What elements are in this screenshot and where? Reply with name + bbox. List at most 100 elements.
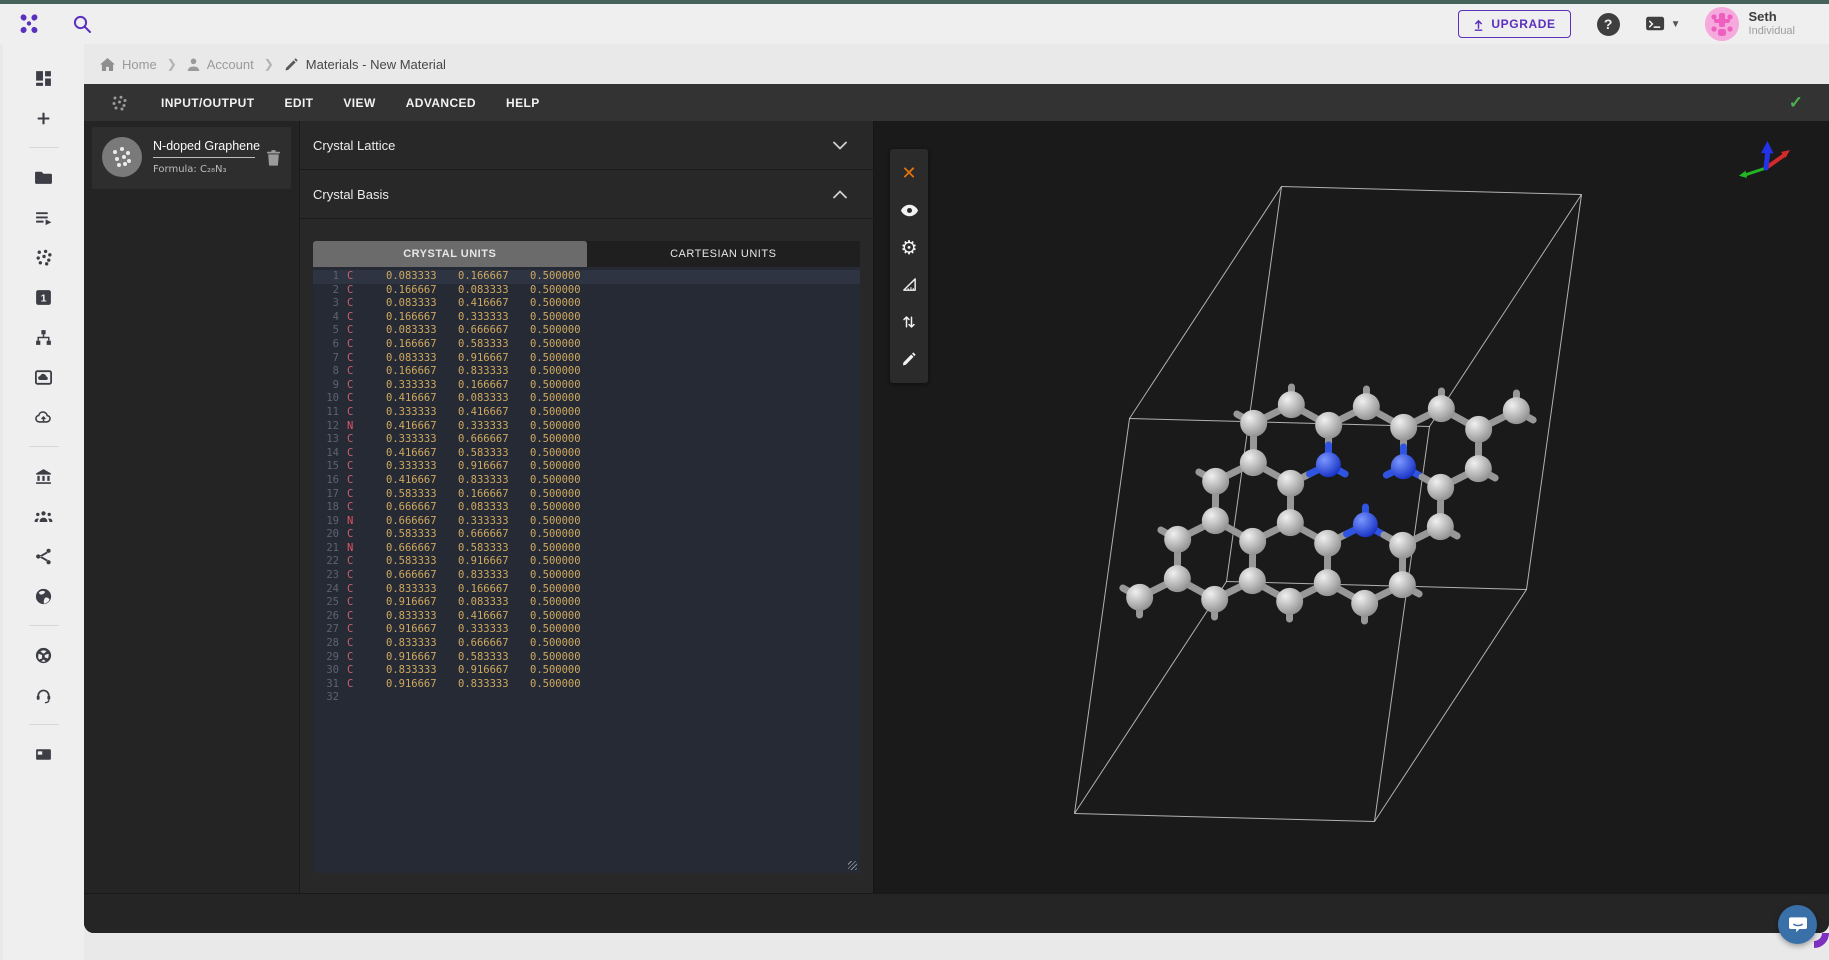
carbon-atom [1164, 526, 1191, 553]
upgrade-button[interactable]: UPGRADE [1458, 10, 1570, 38]
basis-line: 28C0.8333330.6666670.500000 [313, 637, 860, 651]
hierarchy-icon[interactable] [34, 327, 54, 347]
chevron-down-icon [833, 141, 847, 150]
svg-text:1: 1 [41, 292, 47, 304]
carbon-atom [1278, 391, 1305, 418]
add-icon[interactable] [34, 108, 54, 128]
basis-line: 9C0.3333330.1666670.500000 [313, 379, 860, 393]
cloud-upload-icon[interactable] [34, 407, 54, 427]
workflows-icon[interactable] [34, 207, 54, 227]
chat-launcher-button[interactable] [1778, 905, 1817, 944]
editor-resize-handle[interactable] [848, 861, 857, 870]
folder-icon[interactable] [34, 167, 54, 187]
box-one-icon[interactable]: 1 [34, 287, 54, 307]
menu-item-edit[interactable]: EDIT [269, 86, 328, 120]
menu-item-advanced[interactable]: ADVANCED [391, 86, 491, 120]
carbon-atom [1351, 590, 1378, 617]
carbon-atom [1353, 393, 1380, 420]
basis-line: 17C0.5833330.1666670.500000 [313, 488, 860, 502]
carbon-atom [1240, 410, 1267, 437]
structure-viewer-3d[interactable]: ✕ ⚙ [874, 121, 1829, 893]
upgrade-label: UPGRADE [1491, 17, 1555, 31]
basis-line: 31C0.9166670.8333330.500000 [313, 678, 860, 692]
search-icon[interactable] [70, 12, 94, 36]
image-icon[interactable] [34, 367, 54, 387]
basis-line: 13C0.3333330.6666670.500000 [313, 433, 860, 447]
basis-line: 29C0.9166670.5833330.500000 [313, 651, 860, 665]
swap-axes-icon[interactable] [892, 303, 926, 340]
material-list-item[interactable]: N-doped Graphene Formula: C₂₈N₃ [92, 127, 291, 189]
crystal-lattice-title: Crystal Lattice [313, 138, 395, 153]
nitrogen-atom [1391, 454, 1416, 479]
edit-pencil-icon[interactable] [892, 340, 926, 377]
structure-scene [874, 121, 1829, 893]
carbon-atom [1277, 509, 1304, 536]
sidebar-divider [29, 625, 59, 626]
help-icon[interactable]: ? [1597, 13, 1620, 36]
crystal-basis-accordion[interactable]: Crystal Basis [300, 170, 873, 219]
carbon-atom [1427, 474, 1454, 501]
basis-editor[interactable]: 1C0.0833330.1666670.5000002C0.1666670.08… [313, 267, 860, 873]
sidebar-divider [29, 724, 59, 725]
carbon-atom [1240, 449, 1267, 476]
breadcrumb-home[interactable]: Home [100, 57, 157, 72]
upload-icon [1473, 18, 1484, 31]
people-icon[interactable] [34, 506, 54, 526]
menu-item-input-output[interactable]: INPUT/OUTPUT [146, 86, 269, 120]
card-icon[interactable] [34, 744, 54, 764]
unit-cell-wireframe [1075, 187, 1582, 822]
tab-cartesian-units[interactable]: CARTESIAN UNITS [587, 241, 861, 267]
carbon-atom [1239, 567, 1266, 594]
material-avatar-icon [102, 137, 142, 177]
material-name-field[interactable]: N-doped Graphene [153, 139, 255, 158]
basis-line: 15C0.3333330.9166670.500000 [313, 460, 860, 474]
visibility-eye-icon[interactable] [892, 192, 926, 229]
wheel-icon[interactable] [34, 645, 54, 665]
materials-icon[interactable] [34, 247, 54, 267]
carbon-atom [1314, 530, 1341, 557]
basis-line: 18C0.6666670.0833330.500000 [313, 501, 860, 515]
close-icon[interactable]: ✕ [892, 155, 926, 192]
console-menu-button[interactable]: ▼ [1644, 15, 1681, 33]
sidebar-divider [29, 147, 59, 148]
basis-line: 1C0.0833330.1666670.500000 [313, 270, 860, 284]
scatter-dots-icon [110, 94, 128, 112]
menu-item-view[interactable]: VIEW [328, 86, 390, 120]
share-icon[interactable] [34, 546, 54, 566]
material-editor-column: Crystal Lattice Crystal Basis CRYSTAL UN… [300, 121, 874, 893]
globe-icon[interactable] [34, 586, 54, 606]
bank-icon[interactable] [34, 466, 54, 486]
carbon-atom [1389, 571, 1416, 598]
material-info: N-doped Graphene Formula: C₂₈N₃ [153, 139, 255, 175]
basis-line: 5C0.0833330.6666670.500000 [313, 324, 860, 338]
carbon-atom [1277, 470, 1304, 497]
avatar[interactable] [1705, 7, 1739, 41]
tab-crystal-units[interactable]: CRYSTAL UNITS [313, 241, 587, 267]
check-icon[interactable]: ✓ [1789, 93, 1803, 113]
viewer-toolbar: ✕ ⚙ [890, 149, 928, 383]
user-meta: Seth Individual [1749, 10, 1795, 38]
topbar: UPGRADE ? ▼ Seth Individual [0, 0, 1829, 44]
menu-item-help[interactable]: HELP [491, 86, 555, 120]
measure-set-square-icon[interactable] [892, 266, 926, 303]
crystal-lattice-accordion[interactable]: Crystal Lattice [300, 121, 873, 170]
app-logo-icon[interactable] [16, 11, 42, 37]
settings-gear-icon[interactable]: ⚙ [892, 229, 926, 266]
breadcrumb-account[interactable]: Account [187, 57, 254, 72]
axes-gizmo[interactable] [1733, 137, 1795, 187]
carbon-atom [1314, 569, 1341, 596]
basis-line: 16C0.4166670.8333330.500000 [313, 474, 860, 488]
delete-material-icon[interactable] [266, 149, 281, 166]
basis-line: 27C0.9166670.3333330.500000 [313, 623, 860, 637]
carbon-atom [1465, 416, 1492, 443]
basis-line: 24C0.8333330.1666670.500000 [313, 583, 860, 597]
carbon-atom [1315, 412, 1342, 439]
chat-icon [1788, 916, 1808, 934]
carbon-atom [1126, 584, 1153, 611]
crystal-basis-title: Crystal Basis [313, 187, 389, 202]
home-icon [100, 58, 115, 71]
panel-bottom-bar [84, 893, 1829, 933]
pencil-icon [284, 57, 299, 72]
dashboard-icon[interactable] [34, 68, 54, 88]
support-icon[interactable] [34, 685, 54, 705]
